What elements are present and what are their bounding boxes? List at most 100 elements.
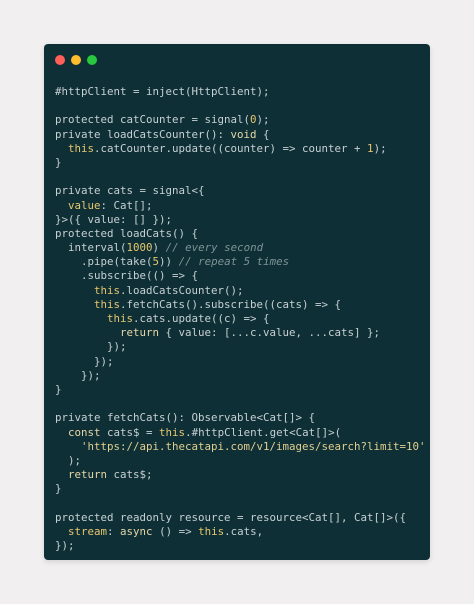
code-token: 1000 xyxy=(126,241,153,255)
code-token: return xyxy=(120,326,160,340)
code-token: { value: [...c.value, ...cats] }; xyxy=(159,326,381,340)
code-token: }); xyxy=(55,354,114,368)
code-token: { xyxy=(256,127,270,141)
code-token: this xyxy=(159,425,186,439)
code-line: value: Cat[]; xyxy=(55,199,426,213)
code-token: // every second xyxy=(165,241,264,255)
code-line: return cats$; xyxy=(55,468,426,482)
code-token: .pipe(take( xyxy=(81,255,153,269)
code-token: void xyxy=(230,127,257,141)
code-token: : Cat[]; xyxy=(100,198,153,212)
code-token: stream xyxy=(68,524,108,538)
code-line: }>({ value: [] }); xyxy=(55,213,426,227)
code-line: private loadCatsCounter(): void { xyxy=(55,128,426,142)
code-token: protected xyxy=(55,113,121,127)
code-line: } xyxy=(55,482,426,496)
code-token: this xyxy=(68,141,95,155)
code-token: .loadCatsCounter(); xyxy=(120,283,244,297)
window-titlebar xyxy=(44,44,430,80)
code-token: this xyxy=(107,312,134,325)
code-line: }); xyxy=(55,539,426,553)
maximize-dot-icon[interactable] xyxy=(87,55,97,65)
code-line: this.fetchCats().subscribe((cats) => { xyxy=(55,298,426,312)
code-line: } xyxy=(55,383,426,397)
code-token: private xyxy=(55,184,108,198)
code-line: this.cats.update((c) => { xyxy=(55,312,426,326)
code-token: protected xyxy=(55,226,121,240)
code-line: ); xyxy=(55,454,426,468)
code-line: } xyxy=(55,156,426,170)
code-token: interval( xyxy=(68,241,127,255)
code-token: loadCats() { xyxy=(120,226,199,240)
code-token: ); xyxy=(55,453,82,467)
code-line: private cats = signal<{ xyxy=(55,184,426,198)
code-block: #httpClient = inject(HttpClient); protec… xyxy=(55,85,426,553)
code-token: }>({ value: [] }); xyxy=(55,212,173,226)
code-token: ); xyxy=(373,141,387,155)
code-token: .subscribe(() => { xyxy=(81,269,199,283)
code-token: this xyxy=(94,297,121,311)
code-line: const cats$ = this.#httpClient.get<Cat[]… xyxy=(55,426,426,440)
code-token: async xyxy=(120,524,153,538)
code-line: protected catCounter = signal(0); xyxy=(55,113,426,127)
code-token: )) xyxy=(159,255,179,269)
code-line: }); xyxy=(55,340,426,354)
code-token: private xyxy=(55,127,108,141)
code-token: : xyxy=(107,524,121,538)
code-token: 'https://api.thecatapi.com/v1/images/sea… xyxy=(81,439,426,453)
code-token: }); xyxy=(55,368,101,382)
close-dot-icon[interactable] xyxy=(55,55,65,65)
code-token: } xyxy=(55,482,62,496)
code-line: .subscribe(() => { xyxy=(55,269,426,283)
code-token: .cats, xyxy=(224,524,264,538)
code-token: }); xyxy=(55,539,75,552)
code-line: this.loadCatsCounter(); xyxy=(55,284,426,298)
code-line: .pipe(take(5)) // repeat 5 times xyxy=(55,255,426,269)
code-token: private xyxy=(55,411,108,425)
code-token: () => xyxy=(152,524,199,538)
code-token: ) xyxy=(152,241,166,255)
code-token: .catCounter.update((counter) => counter … xyxy=(94,141,368,155)
minimize-dot-icon[interactable] xyxy=(71,55,81,65)
code-token: } xyxy=(55,155,62,169)
code-token: .cats.update((c) => { xyxy=(133,312,270,325)
code-token: ); xyxy=(256,113,270,127)
code-line: }); xyxy=(55,355,426,369)
code-line: }); xyxy=(55,369,426,383)
code-token: this xyxy=(94,283,121,297)
code-token: cats$ = xyxy=(100,425,160,439)
code-line: protected readonly resource = resource<C… xyxy=(55,511,426,525)
code-token: value xyxy=(68,198,101,212)
code-token: protected readonly xyxy=(55,510,179,524)
code-token: #httpClient = inject(HttpClient); xyxy=(55,85,270,98)
code-line: return { value: [...c.value, ...cats] }; xyxy=(55,326,426,340)
code-token: .#httpClient.get<Cat[]>( xyxy=(185,425,342,439)
code-token: // repeat 5 times xyxy=(178,255,290,269)
code-token: cats = signal<{ xyxy=(107,184,205,198)
code-line: stream: async () => this.cats, xyxy=(55,525,426,539)
code-token: fetchCats(): Observable<Cat[]> { xyxy=(107,411,316,425)
code-window: #httpClient = inject(HttpClient); protec… xyxy=(44,44,430,560)
code-line: protected loadCats() { xyxy=(55,227,426,241)
code-line: this.catCounter.update((counter) => coun… xyxy=(55,142,426,156)
code-token: const xyxy=(68,425,101,439)
code-token: loadCatsCounter(): xyxy=(107,127,231,141)
code-line: private fetchCats(): Observable<Cat[]> { xyxy=(55,411,426,425)
code-line: interval(1000) // every second xyxy=(55,241,426,255)
